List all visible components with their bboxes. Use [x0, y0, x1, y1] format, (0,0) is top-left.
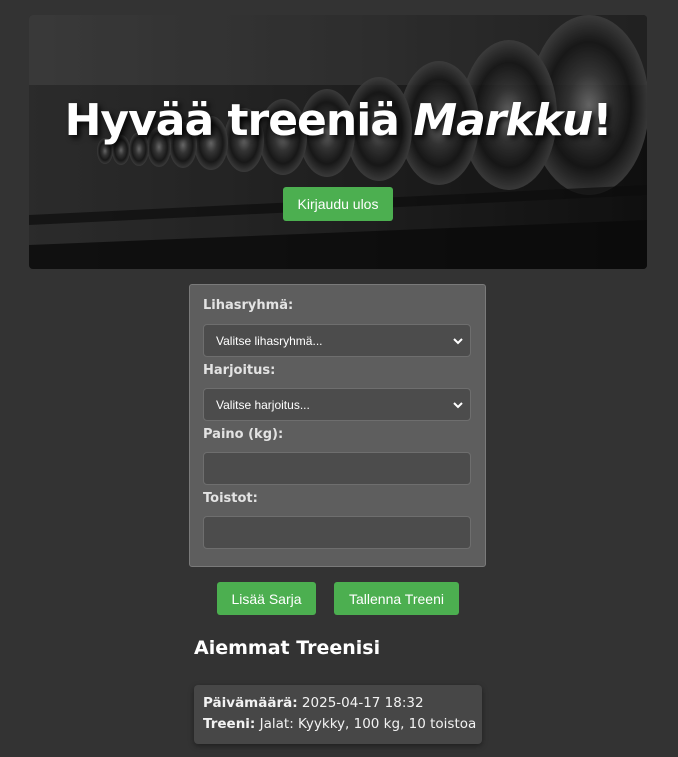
history-workout-row: Treeni: Jalat: Kyykky, 100 kg, 10 toisto… [203, 714, 482, 735]
weight-input[interactable] [203, 452, 471, 485]
greeting-text: Hyvää treeniä [64, 95, 414, 146]
muscle-group-selected-value: Valitse lihasryhmä... [216, 333, 323, 348]
exercise-label: Harjoitus: [203, 363, 276, 378]
reps-label: Toistot: [203, 491, 258, 506]
muscle-group-label: Lihasryhmä: [203, 298, 294, 313]
hero-banner: Hyvää treeniä Markku! Kirjaudu ulos [29, 15, 647, 269]
workout-key: Treeni: [203, 716, 256, 732]
welcome-heading: Hyvää treeniä Markku! [29, 95, 647, 146]
exercise-select[interactable]: Valitse harjoitus... [203, 388, 471, 421]
logout-button[interactable]: Kirjaudu ulos [283, 187, 393, 221]
history-date-row: Päivämäärä: 2025-04-17 18:32 [203, 693, 482, 714]
workout-value: Jalat: Kyykky, 100 kg, 10 toistoa [255, 716, 477, 732]
chevron-down-icon [453, 338, 463, 345]
history-entry: Päivämäärä: 2025-04-17 18:32 Treeni: Jal… [194, 685, 482, 744]
add-set-button[interactable]: Lisää Sarja [217, 582, 316, 615]
date-value: 2025-04-17 18:32 [297, 695, 424, 711]
workout-form: Lihasryhmä: Valitse lihasryhmä... Harjoi… [189, 284, 486, 567]
chevron-down-icon [453, 402, 463, 409]
reps-input[interactable] [203, 516, 471, 549]
exclamation-mark: ! [592, 95, 612, 146]
muscle-group-select[interactable]: Valitse lihasryhmä... [203, 324, 471, 357]
date-key: Päivämäärä: [203, 695, 298, 711]
user-name: Markku [413, 95, 593, 146]
history-heading: Aiemmat Treenisi [194, 637, 381, 659]
weight-label: Paino (kg): [203, 427, 284, 442]
save-workout-button[interactable]: Tallenna Treeni [334, 582, 459, 615]
exercise-selected-value: Valitse harjoitus... [216, 397, 310, 412]
